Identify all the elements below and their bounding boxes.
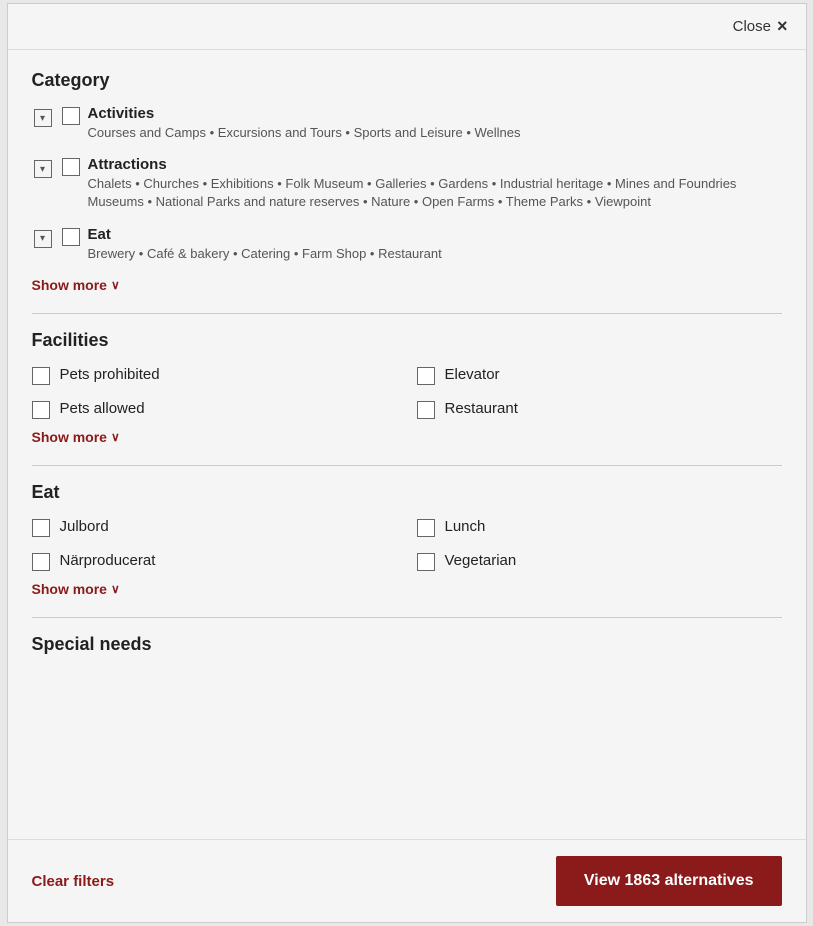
facilities-show-more-button[interactable]: Show more ∨ (32, 429, 120, 445)
chevron-down-icon: ∨ (111, 582, 120, 596)
elevator-checkbox[interactable] (417, 367, 435, 385)
activities-sub: Courses and Camps • Excursions and Tours… (88, 125, 521, 140)
pets-allowed-checkbox[interactable] (32, 401, 50, 419)
activities-text: Activities Courses and Camps • Excursion… (88, 105, 782, 142)
pets-allowed-label: Pets allowed (60, 400, 145, 417)
eat-filter-section: Eat Julbord Lunch Närproducerat Vegetari… (32, 482, 782, 597)
category-section: Category ▾ Activities Courses and Camps … (32, 70, 782, 293)
lunch-checkbox[interactable] (417, 519, 435, 537)
facilities-grid: Pets prohibited Elevator Pets allowed Re… (32, 365, 782, 419)
close-icon: × (777, 16, 788, 37)
special-needs-title: Special needs (32, 634, 782, 655)
facility-item-restaurant: Restaurant (417, 399, 782, 419)
eat-grid: Julbord Lunch Närproducerat Vegetarian (32, 517, 782, 571)
facility-item-lunch: Lunch (417, 517, 782, 537)
eat-text: Eat Brewery • Café & bakery • Catering •… (88, 226, 782, 263)
chevron-down-icon: ▾ (34, 109, 52, 127)
divider-1 (32, 313, 782, 314)
vegetarian-checkbox[interactable] (417, 553, 435, 571)
narproducerat-label: Närproducerat (60, 552, 156, 569)
category-item-activities: ▾ Activities Courses and Camps • Excursi… (32, 105, 782, 142)
modal-body: Category ▾ Activities Courses and Camps … (8, 50, 806, 839)
elevator-label: Elevator (445, 366, 500, 383)
filter-modal: Close × Category ▾ Activities Courses an… (7, 3, 807, 923)
facilities-show-more-label: Show more (32, 429, 107, 445)
clear-filters-button[interactable]: Clear filters (32, 873, 115, 890)
vegetarian-label: Vegetarian (445, 552, 517, 569)
category-show-more-button[interactable]: Show more ∨ (32, 277, 120, 293)
modal-header: Close × (8, 4, 806, 50)
close-button[interactable]: Close × (733, 16, 788, 37)
category-title: Category (32, 70, 782, 91)
julbord-checkbox[interactable] (32, 519, 50, 537)
pets-prohibited-label: Pets prohibited (60, 366, 160, 383)
facility-item-narproducerat: Närproducerat (32, 551, 397, 571)
facility-item-pets-allowed: Pets allowed (32, 399, 397, 419)
facility-item-elevator: Elevator (417, 365, 782, 385)
category-item-attractions: ▾ Attractions Chalets • Churches • Exhib… (32, 156, 782, 211)
divider-2 (32, 465, 782, 466)
view-alternatives-button[interactable]: View 1863 alternatives (556, 856, 782, 906)
facility-item-julbord: Julbord (32, 517, 397, 537)
eat-sub: Brewery • Café & bakery • Catering • Far… (88, 246, 442, 261)
eat-checkbox[interactable] (62, 228, 80, 246)
close-label: Close (733, 18, 771, 35)
pets-prohibited-checkbox[interactable] (32, 367, 50, 385)
facilities-section: Facilities Pets prohibited Elevator Pets… (32, 330, 782, 445)
chevron-down-icon: ∨ (111, 278, 120, 292)
attractions-chevron-button[interactable]: ▾ (32, 158, 54, 180)
attractions-name: Attractions (88, 156, 782, 173)
chevron-down-icon: ∨ (111, 430, 120, 444)
restaurant-checkbox[interactable] (417, 401, 435, 419)
attractions-sub: Chalets • Churches • Exhibitions • Folk … (88, 176, 737, 209)
narproducerat-checkbox[interactable] (32, 553, 50, 571)
special-needs-section: Special needs (32, 634, 782, 655)
chevron-down-icon: ▾ (34, 160, 52, 178)
activities-name: Activities (88, 105, 782, 122)
chevron-down-icon: ▾ (34, 230, 52, 248)
facilities-title: Facilities (32, 330, 782, 351)
activities-checkbox[interactable] (62, 107, 80, 125)
category-show-more-label: Show more (32, 277, 107, 293)
eat-show-more-button[interactable]: Show more ∨ (32, 581, 120, 597)
facility-item-pets-prohibited: Pets prohibited (32, 365, 397, 385)
lunch-label: Lunch (445, 518, 486, 535)
divider-3 (32, 617, 782, 618)
activities-chevron-button[interactable]: ▾ (32, 107, 54, 129)
eat-show-more-label: Show more (32, 581, 107, 597)
eat-name: Eat (88, 226, 782, 243)
attractions-text: Attractions Chalets • Churches • Exhibit… (88, 156, 782, 211)
eat-filter-title: Eat (32, 482, 782, 503)
modal-footer: Clear filters View 1863 alternatives (8, 839, 806, 922)
eat-chevron-button[interactable]: ▾ (32, 228, 54, 250)
category-item-eat: ▾ Eat Brewery • Café & bakery • Catering… (32, 226, 782, 263)
restaurant-label: Restaurant (445, 400, 518, 417)
facility-item-vegetarian: Vegetarian (417, 551, 782, 571)
attractions-checkbox[interactable] (62, 158, 80, 176)
julbord-label: Julbord (60, 518, 109, 535)
